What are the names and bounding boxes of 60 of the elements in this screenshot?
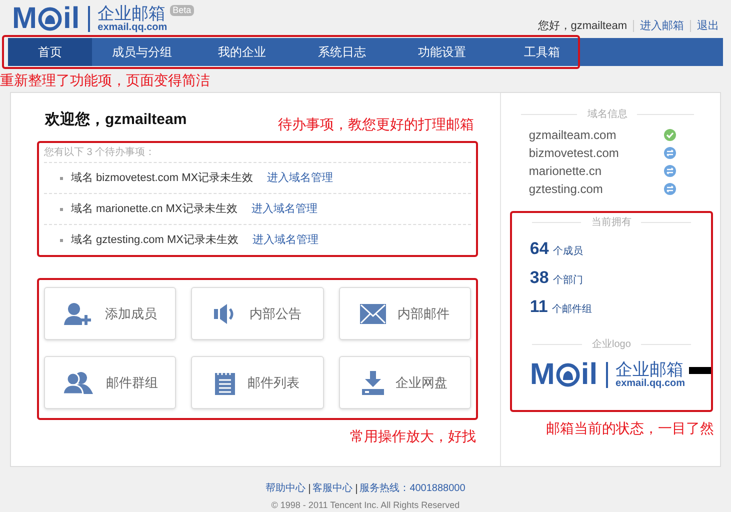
- copyright: © 1998 - 2011 Tencent Inc. All Rights Reserved: [271, 499, 460, 512]
- logo-drawing: M il: [12, 4, 80, 34]
- brand-domain: exmail.qq.com: [98, 23, 168, 33]
- brand-name: 企业邮箱: [616, 361, 684, 378]
- notepad-icon: [215, 370, 236, 394]
- stat-label: 个部门: [552, 274, 583, 288]
- domain-name: gztesting.com: [528, 181, 603, 198]
- envelope-icon: [360, 304, 386, 324]
- domain-manage-link[interactable]: 进入域名管理: [267, 170, 334, 186]
- domain-manage-link[interactable]: 进入域名管理: [252, 232, 318, 248]
- section-heading: 当前拥有: [591, 216, 632, 230]
- footer-link[interactable]: 服务热线：4001888000: [360, 481, 466, 496]
- todo-text: 域名 marionette.cn MX记录未生效: [71, 202, 238, 217]
- annotation: 重新整理了功能项，页面变得简洁: [0, 71, 211, 90]
- annotation: 待办事项，教您更好的打理邮箱: [278, 115, 474, 134]
- add-user-icon: [63, 302, 94, 326]
- domain-name: bizmovetest.com: [528, 145, 619, 162]
- bullet-icon: [60, 176, 63, 180]
- action-button[interactable]: 内部邮件: [338, 287, 471, 340]
- todo-intro: 您有以下 3 个待办事项：: [44, 146, 156, 160]
- action-button[interactable]: 内部公告: [191, 287, 324, 340]
- brand-name: 企业邮箱: [98, 5, 166, 22]
- greeting: 您好，gzmailteam: [538, 18, 627, 34]
- stat-label: 个邮件组: [552, 302, 592, 317]
- download-icon: [362, 370, 384, 394]
- bullet-icon: [60, 238, 63, 242]
- nav-tab[interactable]: 我的企业: [192, 38, 292, 66]
- nav-tab[interactable]: 系统日志: [292, 38, 392, 66]
- logo-drawing: M il: [530, 360, 598, 390]
- stat-number: 64: [530, 238, 549, 260]
- redaction-bar: [689, 366, 711, 374]
- domain-name: gzmailteam.com: [528, 127, 616, 144]
- brand-domain: exmail.qq.com: [616, 379, 685, 389]
- stat-number: 11: [530, 296, 548, 318]
- nav-tab[interactable]: 首页: [8, 38, 92, 66]
- bullet-icon: [60, 208, 63, 210]
- header-link[interactable]: 进入邮箱: [640, 18, 684, 34]
- users-icon: [62, 370, 94, 394]
- domain-manage-link[interactable]: 进入域名管理: [251, 200, 318, 218]
- nav-tab[interactable]: 成员与分组: [92, 38, 192, 66]
- nav-tab[interactable]: 功能设置: [392, 38, 492, 66]
- footer-link[interactable]: 客服中心: [312, 481, 353, 496]
- header-link[interactable]: 退出: [697, 18, 719, 34]
- section-heading: 企业logo: [592, 338, 631, 352]
- stat-label: 个成员: [552, 244, 583, 259]
- domain-name: marionette.cn: [528, 163, 602, 180]
- action-button[interactable]: 邮件列表: [191, 356, 324, 409]
- action-button[interactable]: 添加成员: [44, 287, 176, 340]
- footer-link[interactable]: 帮助中心: [266, 481, 306, 496]
- annotation: 常用操作放大，好找: [350, 427, 476, 446]
- welcome-title: 欢迎您，gzmailteam: [45, 110, 187, 130]
- beta-badge: Beta: [170, 5, 194, 16]
- todo-text: 域名 gztesting.com MX记录未生效: [71, 232, 238, 248]
- action-button[interactable]: 邮件群组: [44, 356, 176, 409]
- action-button[interactable]: 企业网盘: [338, 356, 471, 409]
- nav-tab[interactable]: 工具箱: [492, 38, 592, 66]
- annotation: 邮箱当前的状态，一目了然: [546, 419, 714, 438]
- stat-number: 38: [530, 267, 549, 289]
- todo-text: 域名 bizmovetest.com MX记录未生效: [71, 170, 254, 186]
- section-heading: 域名信息: [587, 108, 628, 122]
